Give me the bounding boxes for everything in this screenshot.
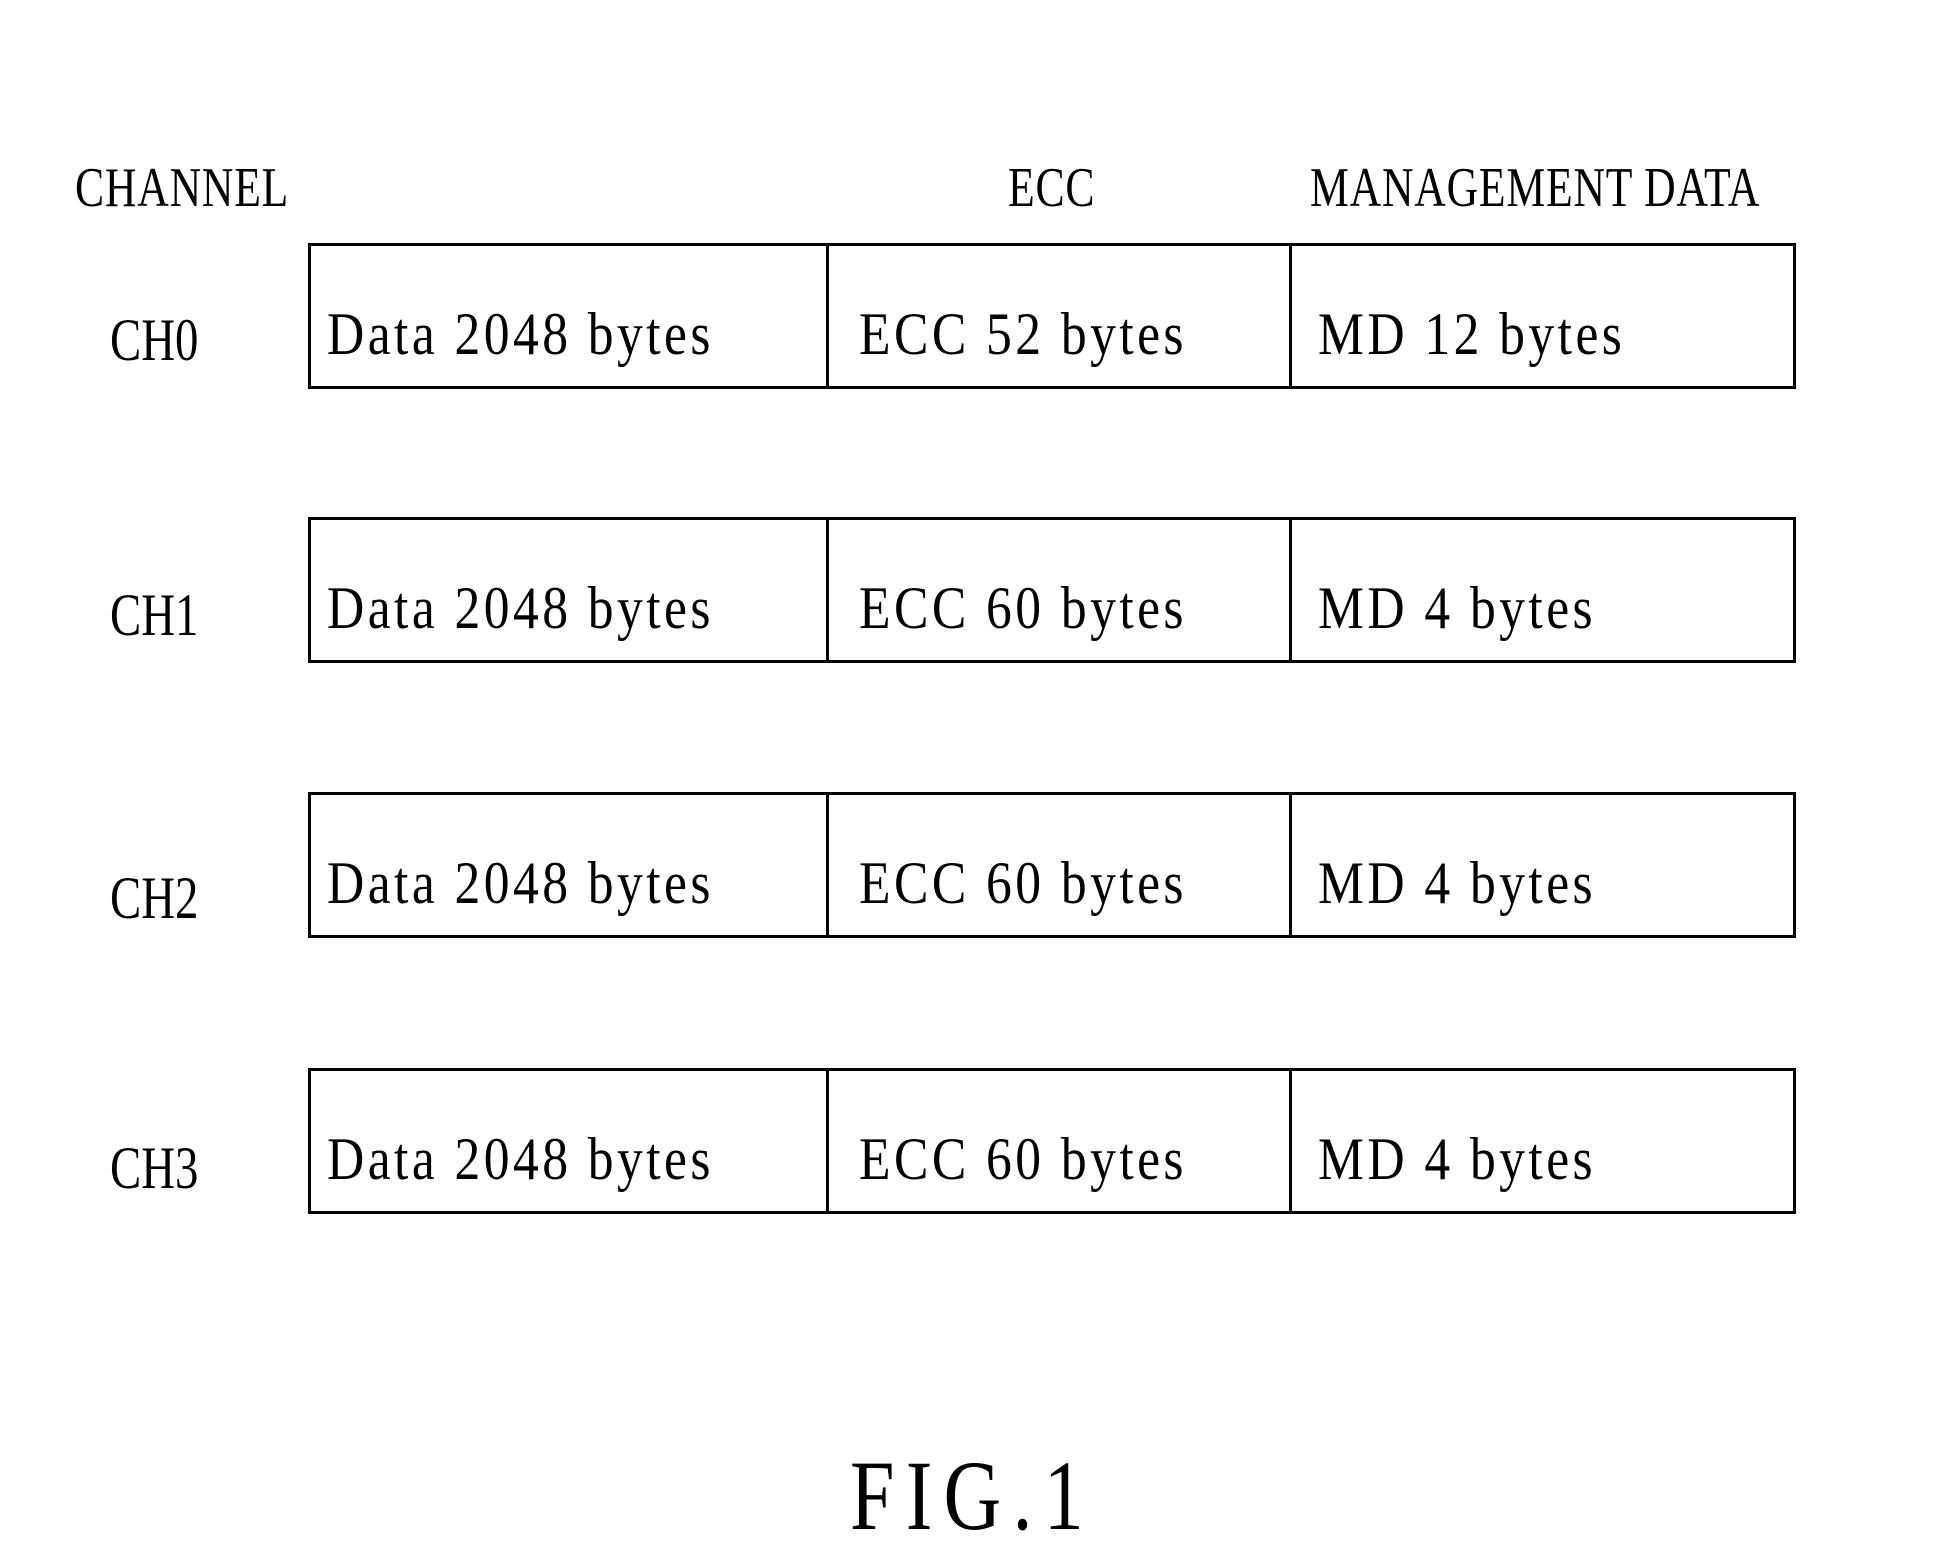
ecc-cell-text: ECC 52 bytes	[859, 301, 1187, 367]
ecc-cell: ECC 60 bytes	[826, 1071, 1289, 1211]
data-cell: Data 2048 bytes	[311, 795, 826, 935]
channel-label-ch0: CH0	[110, 307, 199, 373]
channel-label-ch2: CH2	[110, 865, 199, 931]
channel-row-ch3: Data 2048 bytes ECC 60 bytes MD 4 bytes	[308, 1068, 1796, 1214]
md-cell: MD 12 bytes	[1289, 246, 1793, 386]
md-cell: MD 4 bytes	[1289, 1071, 1793, 1211]
data-cell: Data 2048 bytes	[311, 1071, 826, 1211]
md-cell: MD 4 bytes	[1289, 520, 1793, 660]
data-cell-text: Data 2048 bytes	[327, 1126, 714, 1192]
ecc-cell-text: ECC 60 bytes	[859, 575, 1187, 641]
channel-row-ch0: Data 2048 bytes ECC 52 bytes MD 12 bytes	[308, 243, 1796, 389]
data-cell-text: Data 2048 bytes	[327, 301, 714, 367]
data-cell: Data 2048 bytes	[311, 520, 826, 660]
ecc-column-header: ECC	[1008, 157, 1096, 219]
md-cell-text: MD 12 bytes	[1318, 301, 1626, 367]
channel-label-ch3: CH3	[110, 1135, 199, 1201]
channel-row-ch1: Data 2048 bytes ECC 60 bytes MD 4 bytes	[308, 517, 1796, 663]
md-cell-text: MD 4 bytes	[1318, 575, 1597, 641]
figure-label: FIG.1	[850, 1440, 1095, 1551]
md-cell: MD 4 bytes	[1289, 795, 1793, 935]
management-data-column-header: MANAGEMENT DATA	[1310, 157, 1761, 219]
md-cell-text: MD 4 bytes	[1318, 850, 1597, 916]
md-cell-text: MD 4 bytes	[1318, 1126, 1597, 1192]
ecc-cell-text: ECC 60 bytes	[859, 850, 1187, 916]
channel-row-ch2: Data 2048 bytes ECC 60 bytes MD 4 bytes	[308, 792, 1796, 938]
ecc-cell: ECC 60 bytes	[826, 520, 1289, 660]
channel-column-header: CHANNEL	[75, 157, 290, 219]
channel-label-ch1: CH1	[110, 582, 199, 648]
ecc-cell-text: ECC 60 bytes	[859, 1126, 1187, 1192]
data-cell-text: Data 2048 bytes	[327, 575, 714, 641]
data-cell: Data 2048 bytes	[311, 246, 826, 386]
ecc-cell: ECC 60 bytes	[826, 795, 1289, 935]
data-cell-text: Data 2048 bytes	[327, 850, 714, 916]
ecc-cell: ECC 52 bytes	[826, 246, 1289, 386]
